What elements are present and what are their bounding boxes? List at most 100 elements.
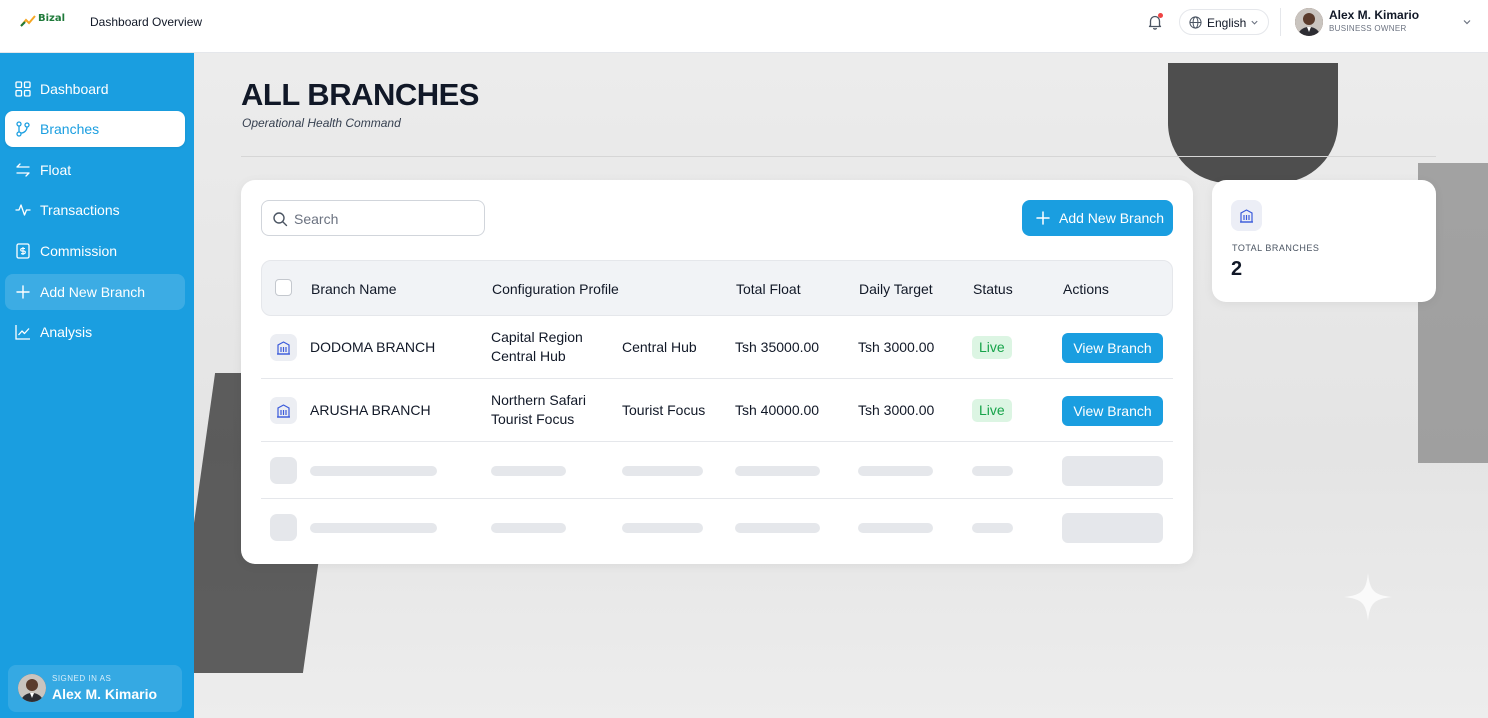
- skeleton-bar: [858, 466, 933, 476]
- person-icon: [18, 674, 46, 702]
- user-menu-chevron-icon[interactable]: [1462, 17, 1472, 27]
- sidebar: Dashboard Branches Float Transactions Co…: [0, 53, 194, 718]
- loading-row: [261, 499, 1173, 556]
- column-header-daily-target[interactable]: Daily Target: [859, 281, 933, 297]
- skeleton-bar: [735, 523, 820, 533]
- grid-icon: [15, 81, 31, 97]
- person-icon: [1295, 8, 1323, 36]
- skeleton-bar: [735, 466, 820, 476]
- user-role: BUSINESS OWNER: [1329, 24, 1407, 33]
- logo-mark-icon: [20, 15, 36, 27]
- profile-tag: Central Hub: [622, 339, 697, 355]
- chevron-down-icon: [1251, 20, 1258, 25]
- total-branches-label: TOTAL BRANCHES: [1232, 243, 1320, 253]
- table-header: Branch Name Configuration Profile Total …: [261, 260, 1173, 316]
- receipt-icon: [16, 243, 30, 259]
- branch-name: ARUSHA BRANCH: [310, 402, 431, 418]
- signed-in-avatar: [18, 674, 46, 702]
- sidebar-item-label: Float: [40, 162, 72, 178]
- add-new-branch-button[interactable]: Add New Branch: [1022, 200, 1173, 236]
- chart-icon: [15, 325, 30, 340]
- column-header-status[interactable]: Status: [973, 281, 1013, 297]
- sparkle-icon: [1344, 573, 1392, 621]
- building-icon: [277, 341, 290, 355]
- building-icon: [277, 404, 290, 418]
- skeleton-bar: [491, 523, 566, 533]
- logo-text: Bizal: [38, 13, 66, 24]
- page-subtitle: Operational Health Command: [242, 116, 401, 130]
- column-header-total-float[interactable]: Total Float: [736, 281, 801, 297]
- skeleton-icon: [270, 457, 297, 484]
- user-avatar[interactable]: [1295, 8, 1323, 36]
- header-title: Dashboard Overview: [90, 15, 203, 29]
- skeleton-bar: [622, 523, 703, 533]
- title-divider: [241, 156, 1436, 157]
- language-label: English: [1207, 16, 1247, 30]
- sidebar-item-transactions[interactable]: Transactions: [5, 192, 185, 228]
- skeleton-bar: [622, 466, 703, 476]
- sidebar-item-label: Dashboard: [40, 81, 109, 97]
- view-branch-button[interactable]: View Branch: [1062, 396, 1163, 426]
- sidebar-item-float[interactable]: Float: [5, 152, 185, 188]
- skeleton-bar: [310, 466, 437, 476]
- sidebar-item-dashboard[interactable]: Dashboard: [5, 71, 185, 107]
- total-float: Tsh 40000.00: [735, 402, 820, 418]
- branch-building-icon: [270, 397, 297, 424]
- skeleton-button: [1062, 456, 1163, 486]
- sidebar-item-analysis[interactable]: Analysis: [5, 314, 185, 350]
- table-row[interactable]: DODOMA BRANCH Capital Region Central Hub…: [261, 316, 1173, 379]
- total-float: Tsh 35000.00: [735, 339, 820, 355]
- search-icon: [273, 212, 288, 227]
- search-box[interactable]: [261, 200, 485, 236]
- column-header-configuration-profile[interactable]: Configuration Profile: [492, 281, 619, 297]
- header-divider: [1280, 8, 1281, 36]
- plant-pot-decoration: [1168, 63, 1338, 183]
- sidebar-item-branches[interactable]: Branches: [5, 111, 185, 147]
- daily-target: Tsh 3000.00: [858, 339, 935, 355]
- page-title: ALL BRANCHES: [241, 77, 480, 112]
- status-badge: Live: [972, 399, 1012, 422]
- branch-name: DODOMA BRANCH: [310, 339, 436, 355]
- top-bar: Bizal Dashboard Overview English Alex M.…: [0, 0, 1488, 53]
- skeleton-bar: [858, 523, 933, 533]
- skeleton-bar: [491, 466, 566, 476]
- activity-icon: [15, 204, 31, 216]
- swap-icon: [16, 163, 30, 177]
- skeleton-bar: [972, 523, 1013, 533]
- profile-line-1: Northern Safari: [491, 392, 586, 408]
- signed-in-card[interactable]: SIGNED IN AS Alex M. Kimario: [8, 665, 182, 712]
- skeleton-icon: [270, 514, 297, 541]
- table-row[interactable]: ARUSHA BRANCH Northern Safari Tourist Fo…: [261, 379, 1173, 442]
- profile-line-2: Central Hub: [491, 348, 566, 364]
- view-branch-button[interactable]: View Branch: [1062, 333, 1163, 363]
- app-logo[interactable]: Bizal: [20, 11, 66, 29]
- column-header-actions: Actions: [1063, 281, 1109, 297]
- user-name: Alex M. Kimario: [1329, 8, 1420, 22]
- globe-icon: [1189, 16, 1202, 29]
- skeleton-bar: [310, 523, 437, 533]
- sidebar-item-commission[interactable]: Commission: [5, 233, 185, 269]
- stat-building-icon: [1231, 200, 1262, 231]
- sidebar-item-label: Analysis: [40, 324, 93, 340]
- add-new-branch-label: Add New Branch: [1059, 210, 1165, 226]
- branch-icon: [16, 121, 30, 137]
- language-selector[interactable]: English: [1179, 9, 1269, 35]
- profile-line-2: Tourist Focus: [491, 411, 575, 427]
- total-branches-card: TOTAL BRANCHES 2: [1212, 180, 1436, 302]
- sidebar-item-add-new-branch[interactable]: Add New Branch: [5, 274, 185, 310]
- skeleton-button: [1062, 513, 1163, 543]
- notification-dot: [1158, 13, 1163, 18]
- skeleton-bar: [972, 466, 1013, 476]
- plus-icon: [1036, 211, 1050, 225]
- daily-target: Tsh 3000.00: [858, 402, 935, 418]
- column-header-branch-name[interactable]: Branch Name: [311, 281, 397, 297]
- signed-in-name: Alex M. Kimario: [52, 686, 158, 702]
- profile-line-1: Capital Region: [491, 329, 583, 345]
- sidebar-item-label: Transactions: [40, 202, 120, 218]
- profile-tag: Tourist Focus: [622, 402, 706, 418]
- search-input[interactable]: [294, 209, 474, 229]
- sidebar-item-label: Branches: [40, 121, 100, 137]
- branch-building-icon: [270, 334, 297, 361]
- select-all-checkbox[interactable]: [275, 279, 292, 296]
- branches-table-card: Add New Branch Branch Name Configuration…: [241, 180, 1193, 564]
